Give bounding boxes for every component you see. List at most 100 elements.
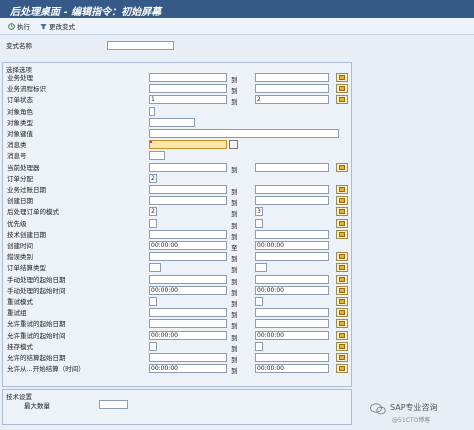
multiple-selection-button[interactable] xyxy=(336,162,348,172)
to-input[interactable] xyxy=(255,308,329,318)
to-input[interactable] xyxy=(255,274,329,284)
technical-settings-group: 技术设置 最大数量 xyxy=(2,389,352,425)
selection-row: 订单结算类型 到 xyxy=(3,263,351,274)
to-input[interactable] xyxy=(255,252,329,262)
multiple-selection-button[interactable] xyxy=(336,330,348,340)
field-label: 创建时间 xyxy=(7,242,33,250)
to-input[interactable]: 00:00:00 xyxy=(255,330,329,340)
multiple-selection-button[interactable] xyxy=(336,252,348,262)
field-label: 重试组 xyxy=(7,309,27,318)
to-input[interactable] xyxy=(255,263,267,273)
from-input[interactable] xyxy=(149,263,161,273)
from-input[interactable]: 2 xyxy=(149,173,157,183)
field-label: 后处理订单的模式 xyxy=(7,208,59,217)
technical-settings-title: 技术设置 xyxy=(6,393,32,401)
change-variant-button[interactable]: 更改变式 xyxy=(40,21,75,31)
multiple-selection-button[interactable] xyxy=(336,297,348,306)
to-input[interactable] xyxy=(255,218,263,228)
multiple-selection-button[interactable] xyxy=(336,95,348,105)
from-input[interactable] xyxy=(149,106,155,116)
to-input[interactable] xyxy=(255,84,329,94)
execute-button[interactable]: 执行 xyxy=(8,21,30,31)
field-label: 技术创建日期 xyxy=(7,230,46,239)
from-input[interactable] xyxy=(149,117,195,127)
to-input[interactable]: 3 xyxy=(255,207,263,217)
variant-row: 变式名称 xyxy=(4,40,470,52)
selection-row: 订单分配 2 xyxy=(3,173,351,184)
from-input[interactable]: 1 xyxy=(149,95,227,105)
field-label: 当前处理器 xyxy=(7,163,40,172)
to-input[interactable] xyxy=(255,196,329,206)
to-input[interactable] xyxy=(255,341,263,351)
from-input[interactable] xyxy=(149,308,227,318)
multiple-selection-button[interactable] xyxy=(336,207,348,217)
multiple-selection-button[interactable] xyxy=(336,364,348,374)
multiple-selection-button[interactable] xyxy=(336,218,348,228)
multiple-selection-button[interactable] xyxy=(336,319,348,329)
from-input[interactable] xyxy=(149,73,227,82)
from-input[interactable] xyxy=(149,162,227,172)
from-input[interactable]: 00:00:00 xyxy=(149,241,227,250)
multiple-selection-button[interactable] xyxy=(336,341,348,351)
from-input[interactable] xyxy=(149,319,227,329)
to-input[interactable]: 00:00:00 xyxy=(255,364,329,374)
selection-row: 消息类 xyxy=(3,140,351,150)
to-input[interactable] xyxy=(255,185,329,194)
application-toolbar: 执行 更改变式 xyxy=(0,18,474,35)
from-input[interactable] xyxy=(149,129,339,138)
from-input[interactable] xyxy=(149,229,227,239)
range-separator: 到 xyxy=(231,344,238,353)
from-input[interactable]: 00:00:00 xyxy=(149,364,227,374)
field-label: 允许从...开始结算（时间） xyxy=(7,365,85,374)
to-input[interactable]: 00:00:00 xyxy=(255,285,329,295)
field-label: 创建日期 xyxy=(7,197,33,206)
multiple-selection-button[interactable] xyxy=(336,353,348,362)
multiple-selection-button[interactable] xyxy=(336,73,348,82)
multiple-selection-button[interactable] xyxy=(336,185,348,194)
field-label: 业务处理 xyxy=(7,74,33,82)
from-input[interactable] xyxy=(149,297,157,306)
multiple-selection-button[interactable] xyxy=(336,285,348,295)
change-variant-label: 更改变式 xyxy=(49,23,75,31)
to-input[interactable] xyxy=(255,162,329,172)
range-separator: 到 xyxy=(231,322,238,331)
from-input[interactable] xyxy=(149,196,227,206)
from-input[interactable]: 00:00:00 xyxy=(149,330,227,340)
to-input[interactable] xyxy=(255,73,329,82)
from-input[interactable] xyxy=(149,341,157,351)
field-label: 订单分配 xyxy=(7,174,33,183)
from-input[interactable] xyxy=(149,185,227,194)
to-input[interactable] xyxy=(255,319,329,329)
to-input[interactable] xyxy=(255,229,329,239)
to-input[interactable] xyxy=(255,353,329,362)
from-input[interactable] xyxy=(149,353,227,362)
selection-row: 当前处理器 到 xyxy=(3,162,351,174)
value-help-button[interactable] xyxy=(229,140,238,150)
variant-input[interactable] xyxy=(107,41,174,50)
from-input[interactable] xyxy=(149,218,157,228)
multiple-selection-button[interactable] xyxy=(336,308,348,318)
range-separator: 到 xyxy=(231,76,238,84)
from-input[interactable] xyxy=(149,84,227,94)
selection-row: 订单状态 1 到 2 xyxy=(3,95,351,106)
multiple-selection-button[interactable] xyxy=(336,274,348,284)
to-input[interactable]: 00:00:00 xyxy=(255,241,329,250)
from-input[interactable] xyxy=(149,151,165,161)
multiple-selection-button[interactable] xyxy=(336,84,348,94)
field-label: 挂存模式 xyxy=(7,342,33,351)
max-count-input[interactable] xyxy=(99,400,128,409)
field-label: 錯误类别 xyxy=(7,253,33,262)
watermark: SAP专业咨询 @51CTO博客 xyxy=(368,400,472,428)
from-input[interactable] xyxy=(149,274,227,284)
selection-row: 重试组 到 xyxy=(3,308,351,319)
window-title: 后处理桌面 - 编辑指令：初始屏幕 xyxy=(10,7,162,18)
to-input[interactable]: 2 xyxy=(255,95,329,105)
multiple-selection-button[interactable] xyxy=(336,229,348,239)
multiple-selection-button[interactable] xyxy=(336,263,348,273)
from-input[interactable]: 2 xyxy=(149,207,157,217)
message-class-input[interactable] xyxy=(149,140,227,150)
from-input[interactable]: 00:00:00 xyxy=(149,285,227,295)
from-input[interactable] xyxy=(149,252,227,262)
multiple-selection-button[interactable] xyxy=(336,196,348,206)
to-input[interactable] xyxy=(255,297,263,306)
